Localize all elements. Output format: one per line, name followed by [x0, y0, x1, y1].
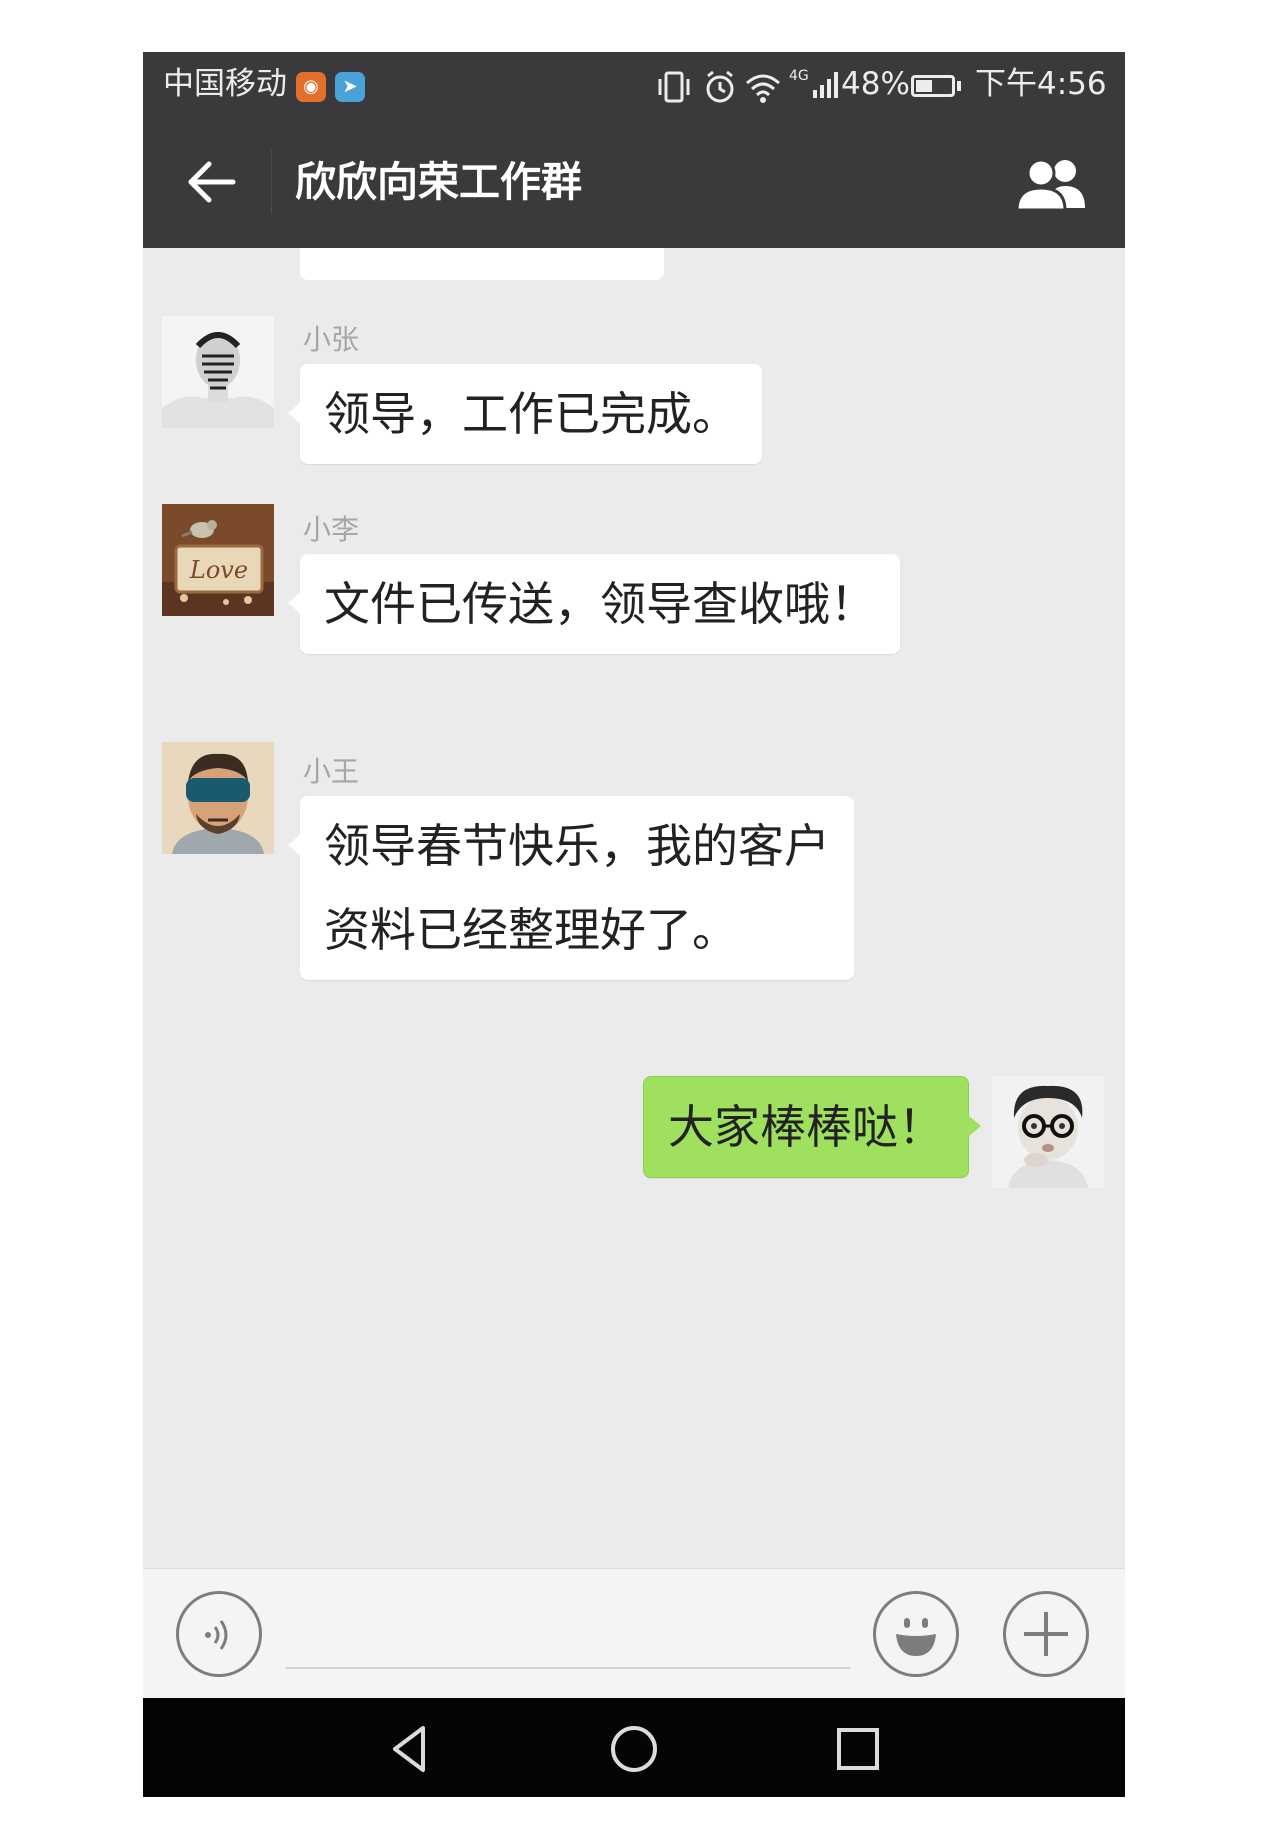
- chat-header: 欣欣向荣工作群: [143, 116, 1125, 248]
- group-members-icon[interactable]: [1013, 156, 1089, 212]
- plus-icon[interactable]: [1003, 1591, 1089, 1677]
- message-list[interactable]: 小张 领导，工作已完成。 Love 小李 文件已传送，领导查收哦！ 小王 领导春…: [143, 248, 1125, 1568]
- message-bubble[interactable]: 领导春节快乐，我的客户 资料已经整理好了。: [288, 796, 854, 980]
- battery-tip: [957, 81, 961, 91]
- weibo-icon: ◉: [296, 72, 326, 102]
- avatar[interactable]: Love: [162, 504, 274, 616]
- sender-name: 小张: [303, 323, 360, 356]
- battery-icon: [911, 75, 955, 97]
- previous-message-bubble[interactable]: [300, 248, 664, 280]
- chat-title: 欣欣向荣工作群: [295, 158, 582, 206]
- carrier-name: 中国移动: [163, 66, 287, 102]
- my-avatar[interactable]: [992, 1076, 1104, 1188]
- avatar[interactable]: [162, 742, 274, 854]
- message-line: 领导春节快乐，我的客户: [324, 819, 830, 873]
- telegram-icon: ➤: [335, 72, 365, 102]
- back-arrow-icon[interactable]: [183, 154, 239, 210]
- sender-name: 小李: [303, 513, 360, 546]
- message-bubble[interactable]: 领导，工作已完成。: [288, 364, 762, 464]
- message-line: 资料已经整理好了。: [324, 903, 738, 957]
- system-nav-bar: [143, 1698, 1125, 1797]
- message-bubble[interactable]: 文件已传送，领导查收哦！: [288, 554, 900, 654]
- emoji-icon[interactable]: [873, 1591, 959, 1677]
- svg-text:Love: Love: [189, 556, 248, 584]
- voice-input-icon[interactable]: [176, 1591, 262, 1677]
- recents-square-icon[interactable]: [831, 1722, 885, 1776]
- home-circle-icon[interactable]: [607, 1722, 661, 1776]
- sender-name: 小王: [303, 755, 360, 788]
- 4g-icon: 4G: [789, 68, 809, 84]
- alarm-icon: [703, 67, 737, 118]
- battery-level: [916, 80, 932, 92]
- status-bar: 中国移动 ◉ ➤ 4G 48% 下午4:56: [143, 52, 1125, 116]
- header-divider: [271, 150, 272, 214]
- wifi-icon: [743, 67, 783, 107]
- input-bar: [143, 1568, 1125, 1699]
- back-triangle-icon[interactable]: [383, 1722, 437, 1776]
- my-message-bubble[interactable]: 大家棒棒哒！: [643, 1076, 981, 1178]
- vibrate-icon: [656, 67, 692, 118]
- signal-icon: [811, 70, 843, 100]
- message-input[interactable]: [286, 1619, 850, 1669]
- battery-percent: 48%: [841, 66, 910, 102]
- avatar[interactable]: [162, 316, 274, 428]
- phone-screen: 中国移动 ◉ ➤ 4G 48% 下午4:56 欣欣向荣工作群 小张 领导，工作已…: [143, 52, 1125, 1797]
- status-time: 下午4:56: [975, 66, 1107, 102]
